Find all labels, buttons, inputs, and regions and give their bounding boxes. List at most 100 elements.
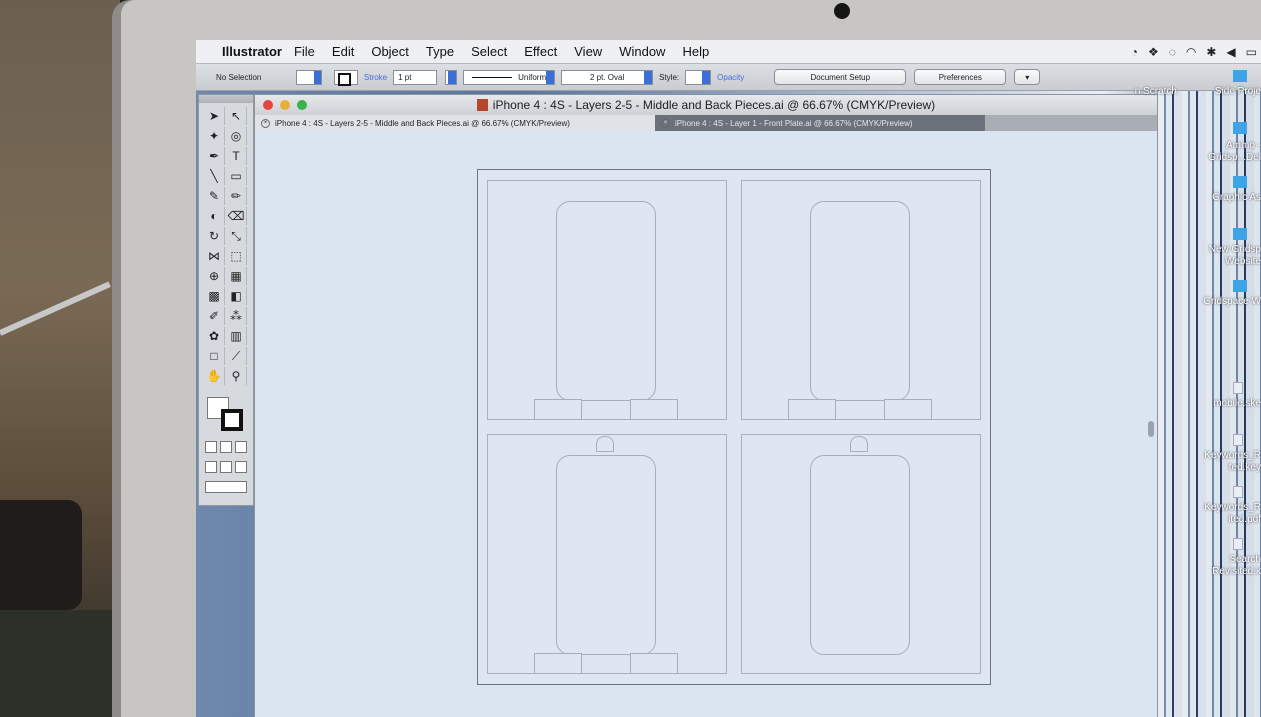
menu-edit[interactable]: Edit: [332, 44, 354, 59]
desktop-item-keywords-key[interactable]: Keywords_R ted.key: [1189, 450, 1261, 474]
desktop-item-mobile-sketch[interactable]: mobile.ske: [1161, 398, 1261, 410]
lasso-tool-icon[interactable]: ◎: [226, 127, 247, 145]
eyedropper-tool-icon[interactable]: ✐: [204, 307, 225, 325]
zoom-tool-icon[interactable]: ⚲: [226, 367, 247, 385]
brush-dropdown[interactable]: 2 pt. Oval: [561, 69, 654, 85]
free-transform-tool-icon[interactable]: ⬚: [226, 247, 247, 265]
menu-select[interactable]: Select: [471, 44, 507, 59]
artboard-tool-icon[interactable]: □: [204, 347, 225, 365]
screen-mode-button[interactable]: [205, 481, 247, 493]
line-tool-icon[interactable]: ╲: [204, 167, 225, 185]
pen-tool-icon[interactable]: ✒: [204, 147, 225, 165]
gradient-mode-button[interactable]: [220, 441, 232, 453]
perspective-grid-tool-icon[interactable]: ▦: [226, 267, 247, 285]
menu-type[interactable]: Type: [426, 44, 454, 59]
blend-tool-icon[interactable]: ⁂: [226, 307, 247, 325]
file-icon[interactable]: [1233, 434, 1243, 446]
style-dropdown[interactable]: [685, 69, 712, 85]
document-setup-button[interactable]: Document Setup: [774, 69, 907, 85]
folder-icon[interactable]: [1233, 70, 1247, 82]
phone-outline[interactable]: [810, 201, 910, 401]
width-tool-icon[interactable]: ⋈: [204, 247, 225, 265]
magic-wand-tool-icon[interactable]: ✦: [204, 127, 225, 145]
app-menu[interactable]: Illustrator: [222, 44, 282, 59]
rectangle-tool-icon[interactable]: ▭: [226, 167, 247, 185]
blob-brush-tool-icon[interactable]: ◐: [204, 207, 225, 225]
document-titlebar[interactable]: iPhone 4 : 4S - Layers 2-5 - Middle and …: [255, 95, 1157, 115]
cut-panel-bottom-left[interactable]: [487, 434, 727, 674]
wifi-icon[interactable]: ◠: [1186, 45, 1196, 59]
opacity-link[interactable]: Opacity: [717, 73, 744, 82]
close-tab-icon[interactable]: ×: [661, 118, 670, 128]
menu-help[interactable]: Help: [682, 44, 709, 59]
phone-outline[interactable]: [810, 455, 910, 655]
folder-icon[interactable]: [1233, 228, 1247, 240]
tab-middle-and-back-pieces[interactable]: × iPhone 4 : 4S - Layers 2-5 - Middle an…: [255, 115, 655, 131]
bluetooth-icon[interactable]: ✱: [1206, 45, 1216, 59]
phone-outline[interactable]: [556, 455, 656, 655]
type-tool-icon[interactable]: T: [226, 147, 247, 165]
desktop-item-side-projects[interactable]: Side Proje: [1161, 86, 1261, 98]
folder-icon[interactable]: [1233, 280, 1247, 292]
draw-inside-button[interactable]: [235, 461, 247, 473]
document-canvas[interactable]: [255, 131, 1157, 717]
desktop-item-graphic-assets[interactable]: Graphic As: [1161, 192, 1261, 204]
paintbrush-tool-icon[interactable]: ✎: [204, 187, 225, 205]
menu-window[interactable]: Window: [619, 44, 665, 59]
cut-panel-top-right[interactable]: [741, 180, 981, 420]
tab-front-plate[interactable]: × iPhone 4 : 4S - Layer 1 - Front Plate.…: [655, 115, 985, 131]
slice-tool-icon[interactable]: ⟋: [226, 347, 247, 365]
mesh-tool-icon[interactable]: ▩: [204, 287, 225, 305]
menu-effect[interactable]: Effect: [524, 44, 557, 59]
file-icon[interactable]: [1233, 538, 1243, 550]
desktop-item-new-gridspace-website[interactable]: New Gridsp Website: [1191, 244, 1261, 268]
stroke-link[interactable]: Stroke: [364, 73, 387, 82]
close-tab-icon[interactable]: ×: [261, 118, 270, 128]
draw-normal-button[interactable]: [205, 461, 217, 473]
volume-icon[interactable]: ◀: [1226, 45, 1235, 59]
desktop-item-keywords-pdf[interactable]: Keywords_R ited.pdf: [1189, 502, 1261, 526]
cut-panel-bottom-right[interactable]: [741, 434, 981, 674]
folder-icon[interactable]: [1233, 122, 1247, 134]
gradient-tool-icon[interactable]: ◧: [226, 287, 247, 305]
phone-outline[interactable]: [556, 201, 656, 401]
file-icon[interactable]: [1233, 382, 1243, 394]
stroke-color-swatch[interactable]: [334, 69, 358, 86]
eraser-tool-icon[interactable]: ⌫: [226, 207, 247, 225]
dropbox-icon[interactable]: ❖: [1148, 45, 1159, 59]
none-mode-button[interactable]: [235, 441, 247, 453]
vertical-scrollbar-thumb[interactable]: [1148, 421, 1154, 437]
fill-color-swatch[interactable]: [296, 69, 322, 85]
hand-tool-icon[interactable]: ✋: [204, 367, 225, 385]
document-proxy-icon[interactable]: [476, 99, 488, 111]
stroke-weight-field[interactable]: 1 pt: [393, 69, 438, 85]
draw-behind-button[interactable]: [220, 461, 232, 473]
scale-tool-icon[interactable]: ⤡: [226, 227, 247, 245]
sync-icon[interactable]: ◌: [1169, 45, 1176, 59]
menu-file[interactable]: File: [294, 44, 315, 59]
column-graph-tool-icon[interactable]: ▥: [226, 327, 247, 345]
menu-object[interactable]: Object: [371, 44, 409, 59]
folder-icon[interactable]: [1233, 176, 1247, 188]
pencil-tool-icon[interactable]: ✏: [226, 187, 247, 205]
color-mode-button[interactable]: [205, 441, 217, 453]
stroke-profile-dropdown[interactable]: Uniform: [463, 69, 556, 85]
shape-builder-tool-icon[interactable]: ⊕: [204, 267, 225, 285]
time-machine-icon[interactable]: ◔: [1131, 45, 1138, 59]
desktop-item-gridspace[interactable]: Gridspace W: [1161, 296, 1261, 308]
stroke-swatch[interactable]: [221, 409, 243, 431]
selection-tool-icon[interactable]: ➤: [204, 107, 225, 125]
stroke-weight-dropdown[interactable]: [445, 69, 458, 85]
cut-panel-top-left[interactable]: [487, 180, 727, 420]
rotate-tool-icon[interactable]: ↻: [204, 227, 225, 245]
direct-selection-tool-icon[interactable]: ↖: [226, 107, 247, 125]
battery-icon[interactable]: ▭: [1246, 45, 1257, 59]
arrange-documents-button[interactable]: ▾: [1014, 69, 1041, 85]
artboard[interactable]: [477, 169, 991, 685]
tools-panel-header[interactable]: [199, 95, 253, 103]
menu-view[interactable]: View: [574, 44, 602, 59]
desktop-item-ammo[interactable]: Ammo - Gridsp...Del: [1191, 140, 1261, 164]
preferences-button[interactable]: Preferences: [914, 69, 1007, 85]
desktop-item-search-revisited[interactable]: Search Revisited.k: [1189, 554, 1261, 578]
symbol-sprayer-tool-icon[interactable]: ✿: [204, 327, 225, 345]
